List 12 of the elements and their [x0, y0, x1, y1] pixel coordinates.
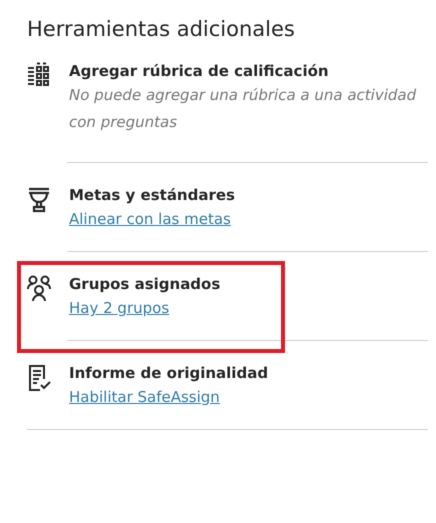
tool-title: Agregar rúbrica de calificación — [69, 61, 330, 82]
group-icon — [27, 275, 51, 304]
tool-link[interactable]: Habilitar SafeAssign — [69, 384, 220, 412]
report-check-icon — [27, 364, 51, 392]
tool-link[interactable]: Alinear con las metas — [69, 206, 231, 234]
tool-title: Grupos asignados — [69, 274, 222, 296]
tool-note: No puede agregar una rúbrica a una actividad con preguntas — [69, 85, 418, 134]
section-heading: Herramientas adicionales — [27, 16, 296, 43]
tool-title: Informe de originalidad — [69, 363, 270, 384]
tool-title: Metas y estándares — [69, 185, 236, 206]
trophy-icon — [27, 186, 51, 214]
tool-link[interactable]: Hay 2 grupos — [69, 295, 170, 322]
